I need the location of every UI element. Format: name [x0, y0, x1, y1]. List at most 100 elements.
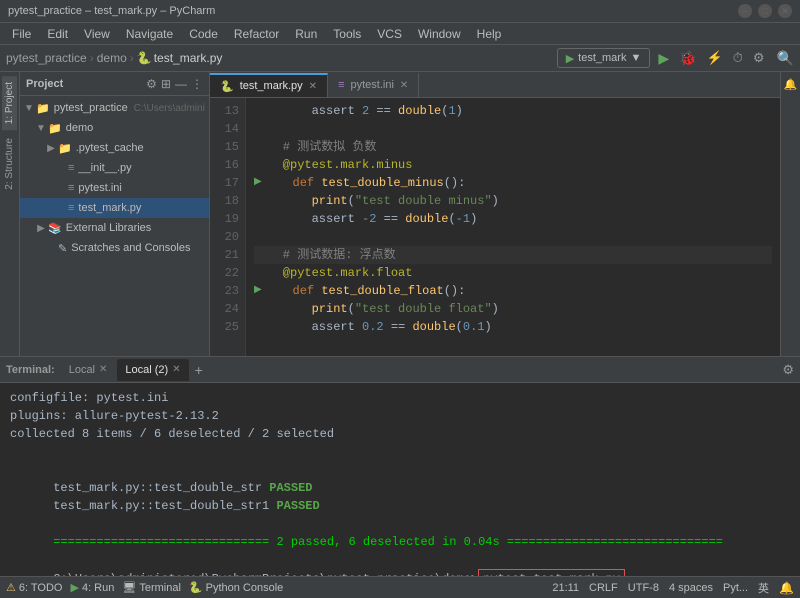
menu-vcs[interactable]: VCS: [369, 25, 410, 43]
menu-edit[interactable]: Edit: [39, 25, 76, 43]
panel-options-icon[interactable]: ⚙: [146, 77, 157, 91]
terminal-tabs: Terminal: Local ✕ Local (2) ✕ + ⚙: [0, 357, 800, 383]
panel-settings-icon[interactable]: ⋮: [191, 77, 203, 91]
status-terminal[interactable]: 🖥 Terminal: [122, 581, 181, 594]
menu-view[interactable]: View: [76, 25, 118, 43]
status-lang[interactable]: 英: [758, 580, 769, 596]
status-label: UTF-8: [628, 582, 659, 594]
menu-help[interactable]: Help: [469, 25, 510, 43]
python-file-icon: ≡: [68, 162, 74, 174]
tab-close-button[interactable]: ✕: [99, 364, 107, 375]
tree-item-test-mark[interactable]: ≡ test_mark.py: [20, 198, 209, 218]
project-tree: ▼ 📁 pytest_practice C:\Users\admini ▼ 📁 …: [20, 96, 209, 356]
tree-item-pytest-ini[interactable]: ≡ pytest.ini: [20, 178, 209, 198]
terminal-line-prompt: C:\Users\administered\PycharmProjects\py…: [10, 551, 790, 569]
tab-close-button[interactable]: ✕: [309, 81, 317, 92]
breadcrumb-demo[interactable]: demo: [97, 51, 127, 65]
panel-collapse-icon[interactable]: —: [175, 77, 187, 91]
run-button[interactable]: ▶: [656, 50, 671, 67]
path-label: C:\Users\admini: [134, 103, 205, 114]
terminal-content[interactable]: configfile: pytest.ini plugins: allure-p…: [0, 383, 800, 576]
maximize-button[interactable]: □: [758, 4, 772, 18]
menu-file[interactable]: File: [4, 25, 39, 43]
menu-run[interactable]: Run: [287, 25, 325, 43]
close-button[interactable]: ✕: [778, 4, 792, 18]
folder-icon: 📁: [58, 142, 72, 155]
editor-tabs: 🐍 test_mark.py ✕ ≡ pytest.ini ✕: [210, 72, 780, 98]
run-configuration[interactable]: ▶ test_mark ▼: [557, 48, 651, 68]
menu-code[interactable]: Code: [181, 25, 226, 43]
tree-item-pytest-cache[interactable]: ▶ 📁 .pytest_cache: [20, 138, 209, 158]
debug-button[interactable]: 🐞: [677, 50, 698, 67]
menu-navigate[interactable]: Navigate: [118, 25, 181, 43]
pass-status: PASSED: [269, 481, 312, 495]
terminal-tab-local[interactable]: Local ✕: [61, 359, 116, 381]
tree-item-scratches[interactable]: ✎ Scratches and Consoles: [20, 238, 209, 258]
navbar: pytest_practice › demo › 🐍test_mark.py ▶…: [0, 44, 800, 72]
tree-item-external-libs[interactable]: ▶ 📚 External Libraries: [20, 218, 209, 238]
tree-item-root[interactable]: ▼ 📁 pytest_practice C:\Users\admini: [20, 98, 209, 118]
status-label: 21:11: [552, 582, 579, 594]
line-numbers: 13 14 15 16 17 18 19 20 21 22 23 24 25: [210, 98, 246, 356]
code-line-23: ▶ def test_double_float():: [254, 282, 772, 300]
status-notification-icon[interactable]: 🔔: [779, 581, 794, 595]
statusbar-left: ⚠ 6: TODO ▶ 4: Run 🖥 Terminal 🐍 Python C…: [6, 581, 283, 594]
arrow-icon: [56, 163, 66, 174]
run-config-name: test_mark: [578, 52, 626, 64]
breadcrumb-file[interactable]: 🐍test_mark.py: [137, 51, 223, 65]
tab-test-mark[interactable]: 🐍 test_mark.py ✕: [210, 73, 328, 97]
code-line-15: # 测试数拟 负数: [254, 138, 772, 156]
terminal-tab-local2[interactable]: Local (2) ✕: [117, 359, 188, 381]
status-run[interactable]: ▶ 4: Run: [70, 581, 114, 594]
tree-item-label: pytest_practice: [54, 102, 128, 114]
tab-pytest-ini[interactable]: ≡ pytest.ini ✕: [328, 73, 419, 97]
panel-expand-icon[interactable]: ⊞: [161, 77, 171, 91]
status-python-console[interactable]: 🐍 Python Console: [189, 581, 283, 594]
coverage-button[interactable]: ⚡: [705, 50, 725, 66]
code-line-18: print("test double minus"): [254, 192, 772, 210]
code-line-16: @pytest.mark.minus: [254, 156, 772, 174]
search-icon[interactable]: 🔍: [777, 50, 794, 67]
tree-item-init[interactable]: ≡ __init__.py: [20, 158, 209, 178]
status-interpreter[interactable]: Pyt...: [723, 582, 748, 594]
more-actions-button[interactable]: ⚙: [751, 50, 767, 66]
menu-window[interactable]: Window: [410, 25, 469, 43]
minimize-button[interactable]: ─: [738, 4, 752, 18]
breadcrumb-root[interactable]: pytest_practice: [6, 51, 87, 65]
terminal-command[interactable]: pytest test_mark.py: [478, 569, 625, 576]
tree-item-label: .pytest_cache: [76, 142, 144, 154]
terminal-line-separator: ============================== 2 passed,…: [10, 515, 790, 533]
terminal-line: collected 8 items / 6 deselected / 2 sel…: [10, 425, 790, 443]
arrow-icon: [56, 183, 66, 194]
tab-close-button[interactable]: ✕: [400, 80, 408, 91]
profile-button[interactable]: ⏱: [731, 50, 745, 66]
main-area: 1: Project 2: Structure Project ⚙ ⊞ — ⋮ …: [0, 72, 800, 356]
project-panel: Project ⚙ ⊞ — ⋮ ▼ 📁 pytest_practice C:\U…: [20, 72, 210, 356]
arrow-icon: [56, 203, 66, 214]
menu-refactor[interactable]: Refactor: [226, 25, 287, 43]
tab-close-button[interactable]: ✕: [172, 364, 180, 375]
run-config-icon: ▶: [566, 52, 574, 65]
library-icon: 📚: [48, 222, 62, 235]
tree-item-label: demo: [66, 122, 94, 134]
code-editor[interactable]: assert 2 == double(1) # 测试数拟 负数 @pytest.…: [246, 98, 780, 356]
notifications-icon[interactable]: 🔔: [782, 76, 800, 93]
status-label: CRLF: [589, 582, 618, 594]
terminal-settings-icon[interactable]: ⚙: [782, 362, 794, 378]
sidebar-item-structure[interactable]: 2: Structure: [2, 132, 17, 196]
project-panel-header: Project ⚙ ⊞ — ⋮: [20, 72, 209, 96]
status-encoding[interactable]: UTF-8: [628, 582, 659, 594]
status-indent[interactable]: 4 spaces: [669, 582, 713, 594]
menu-tools[interactable]: Tools: [325, 25, 369, 43]
ini-icon: ≡: [338, 79, 344, 91]
py-icon: 🐍: [220, 80, 234, 93]
status-line-ending[interactable]: CRLF: [589, 582, 618, 594]
sidebar-item-project[interactable]: 1: Project: [2, 76, 17, 130]
status-position[interactable]: 21:11: [552, 582, 579, 594]
python-icon: 🐍: [189, 581, 203, 594]
tree-item-demo[interactable]: ▼ 📁 demo: [20, 118, 209, 138]
status-todo[interactable]: ⚠ 6: TODO: [6, 581, 62, 594]
terminal-add-button[interactable]: +: [191, 362, 207, 378]
terminal-label: Terminal:: [6, 364, 55, 376]
arrow-icon: ▶: [46, 143, 56, 154]
